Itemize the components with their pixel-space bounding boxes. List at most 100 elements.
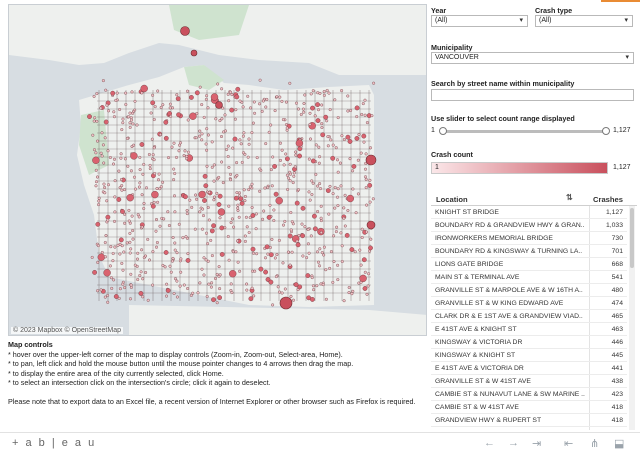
table-row[interactable]: MAIN ST & TERMINAL AVE 541 bbox=[431, 271, 627, 284]
crash-marker bbox=[317, 108, 321, 112]
crash-map[interactable]: © 2023 Mapbox © OpenStreetMap bbox=[8, 4, 427, 336]
crash-marker bbox=[205, 148, 209, 152]
crash-marker bbox=[308, 122, 312, 126]
crash-marker bbox=[369, 237, 373, 241]
crash-type-select[interactable]: (All) ▾ bbox=[535, 15, 633, 27]
crash-marker bbox=[216, 82, 220, 86]
table-row[interactable]: GRANDVIEW HWY & RUPERT ST 418 bbox=[431, 414, 627, 427]
crash-marker bbox=[129, 272, 133, 276]
tableau-footer: + a b | e a u ← → ⇥ ⇤ ⋔ ⬓ bbox=[0, 432, 640, 455]
share-icon[interactable]: ⋔ bbox=[590, 437, 599, 450]
crash-marker bbox=[117, 296, 121, 300]
revert-icon[interactable]: ⇥ bbox=[532, 437, 541, 450]
crash-marker bbox=[152, 200, 156, 204]
crash-marker bbox=[121, 117, 125, 121]
count-range-slider[interactable] bbox=[441, 130, 608, 133]
street-search-input[interactable] bbox=[431, 89, 634, 101]
crash-marker bbox=[351, 187, 355, 191]
crash-marker bbox=[354, 135, 360, 141]
crash-marker bbox=[207, 190, 211, 194]
map-canvas[interactable] bbox=[9, 5, 427, 336]
crash-marker bbox=[254, 227, 258, 231]
table-row[interactable]: KNIGHT ST BRIDGE 1,127 bbox=[431, 206, 627, 219]
crash-marker bbox=[152, 146, 156, 150]
crashes-column-header[interactable]: Crashes bbox=[593, 195, 623, 204]
crash-marker bbox=[218, 287, 222, 291]
crash-marker bbox=[235, 161, 239, 165]
table-row[interactable]: LIONS GATE BRIDGE 668 bbox=[431, 258, 627, 271]
crash-marker bbox=[293, 165, 297, 169]
crash-marker bbox=[326, 144, 330, 148]
crash-marker bbox=[329, 250, 333, 254]
crash-marker bbox=[173, 241, 177, 245]
crash-marker bbox=[330, 155, 336, 161]
table-row[interactable]: E 41ST AVE & VICTORIA DR 441 bbox=[431, 362, 627, 375]
crash-marker bbox=[340, 134, 344, 138]
table-row[interactable]: GRANVILLE ST & MARPOLE AVE & W 16TH A.. 4… bbox=[431, 284, 627, 297]
crash-marker bbox=[100, 154, 104, 158]
table-row[interactable]: E 49TH AVE & KNIGHT ST413 bbox=[431, 427, 627, 430]
table-row[interactable]: CAMBIE ST & W 41ST AVE 418 bbox=[431, 401, 627, 414]
crash-marker bbox=[360, 112, 364, 116]
crash-marker bbox=[152, 158, 156, 162]
crash-marker bbox=[295, 139, 304, 147]
crash-marker bbox=[108, 264, 112, 268]
reset-icon[interactable]: ⇤ bbox=[564, 437, 573, 450]
table-row[interactable]: KINGSWAY & VICTORIA DR 446 bbox=[431, 336, 627, 349]
tableau-logo[interactable]: + a b | e a u bbox=[12, 437, 96, 449]
crash-marker bbox=[109, 245, 113, 249]
crash-marker bbox=[132, 175, 136, 179]
crash-marker bbox=[289, 228, 293, 232]
brand-text: + a b | e a u bbox=[12, 437, 97, 449]
redo-icon[interactable]: → bbox=[508, 437, 519, 449]
slider-max-handle[interactable] bbox=[602, 127, 610, 135]
table-row[interactable]: IRONWORKERS MEMORIAL BRIDGE 730 bbox=[431, 232, 627, 245]
crash-marker bbox=[139, 270, 143, 274]
table-row[interactable]: GRANVILLE ST & W 41ST AVE 438 bbox=[431, 375, 627, 388]
undo-icon[interactable]: ← bbox=[484, 437, 495, 449]
crash-marker bbox=[250, 269, 254, 273]
crash-marker bbox=[242, 188, 246, 192]
crash-marker bbox=[219, 251, 225, 257]
crash-marker bbox=[151, 93, 155, 97]
crash-marker bbox=[309, 234, 313, 238]
location-column-header[interactable]: Location bbox=[436, 195, 468, 204]
table-scrollbar[interactable] bbox=[629, 206, 635, 430]
crash-marker bbox=[361, 257, 367, 263]
crash-marker bbox=[282, 223, 286, 227]
table-row[interactable]: KINGSWAY & KNIGHT ST 445 bbox=[431, 349, 627, 362]
crash-marker bbox=[245, 282, 249, 286]
table-row[interactable]: BOUNDARY RD & GRANDVIEW HWY & GRAN.. 1,03… bbox=[431, 219, 627, 232]
crash-marker bbox=[103, 295, 107, 299]
crash-marker bbox=[316, 91, 320, 95]
crash-marker bbox=[163, 119, 169, 125]
crash-marker bbox=[194, 136, 198, 140]
crashes-cell: 541 bbox=[589, 271, 627, 283]
crash-marker bbox=[157, 172, 161, 176]
table-row[interactable]: GRANVILLE ST & W KING EDWARD AVE 474 bbox=[431, 297, 627, 310]
crash-marker bbox=[340, 244, 344, 248]
map-attribution[interactable]: © 2023 Mapbox © OpenStreetMap bbox=[11, 327, 123, 334]
crash-marker bbox=[316, 250, 320, 254]
table-row[interactable]: E 41ST AVE & KNIGHT ST 463 bbox=[431, 323, 627, 336]
crash-marker bbox=[220, 117, 224, 121]
slider-min-handle[interactable] bbox=[439, 127, 447, 135]
sort-icon[interactable]: ⇅ bbox=[566, 193, 573, 202]
municipality-select[interactable]: VANCOUVER ▾ bbox=[431, 52, 634, 64]
crash-marker bbox=[327, 91, 331, 95]
crash-marker bbox=[158, 133, 162, 137]
crash-marker bbox=[212, 179, 216, 183]
crash-marker bbox=[140, 248, 144, 252]
crash-marker bbox=[340, 259, 344, 263]
crash-marker bbox=[238, 99, 242, 103]
download-icon[interactable]: ⬓ bbox=[614, 437, 624, 450]
crash-marker bbox=[128, 231, 132, 235]
year-select[interactable]: (All) ▾ bbox=[431, 15, 528, 27]
crash-marker bbox=[128, 240, 132, 244]
scrollbar-thumb[interactable] bbox=[630, 208, 634, 268]
table-row[interactable]: CLARK DR & E 1ST AVE & GRANDVIEW VIAD.. 4… bbox=[431, 310, 627, 323]
crash-marker bbox=[205, 164, 209, 168]
table-row[interactable]: BOUNDARY RD & KINGSWAY & TURNING LA.. 701 bbox=[431, 245, 627, 258]
table-row[interactable]: CAMBIE ST & NUNAVUT LANE & SW MARINE .. 4… bbox=[431, 388, 627, 401]
table-header: Location ⇅ Crashes bbox=[431, 192, 637, 206]
